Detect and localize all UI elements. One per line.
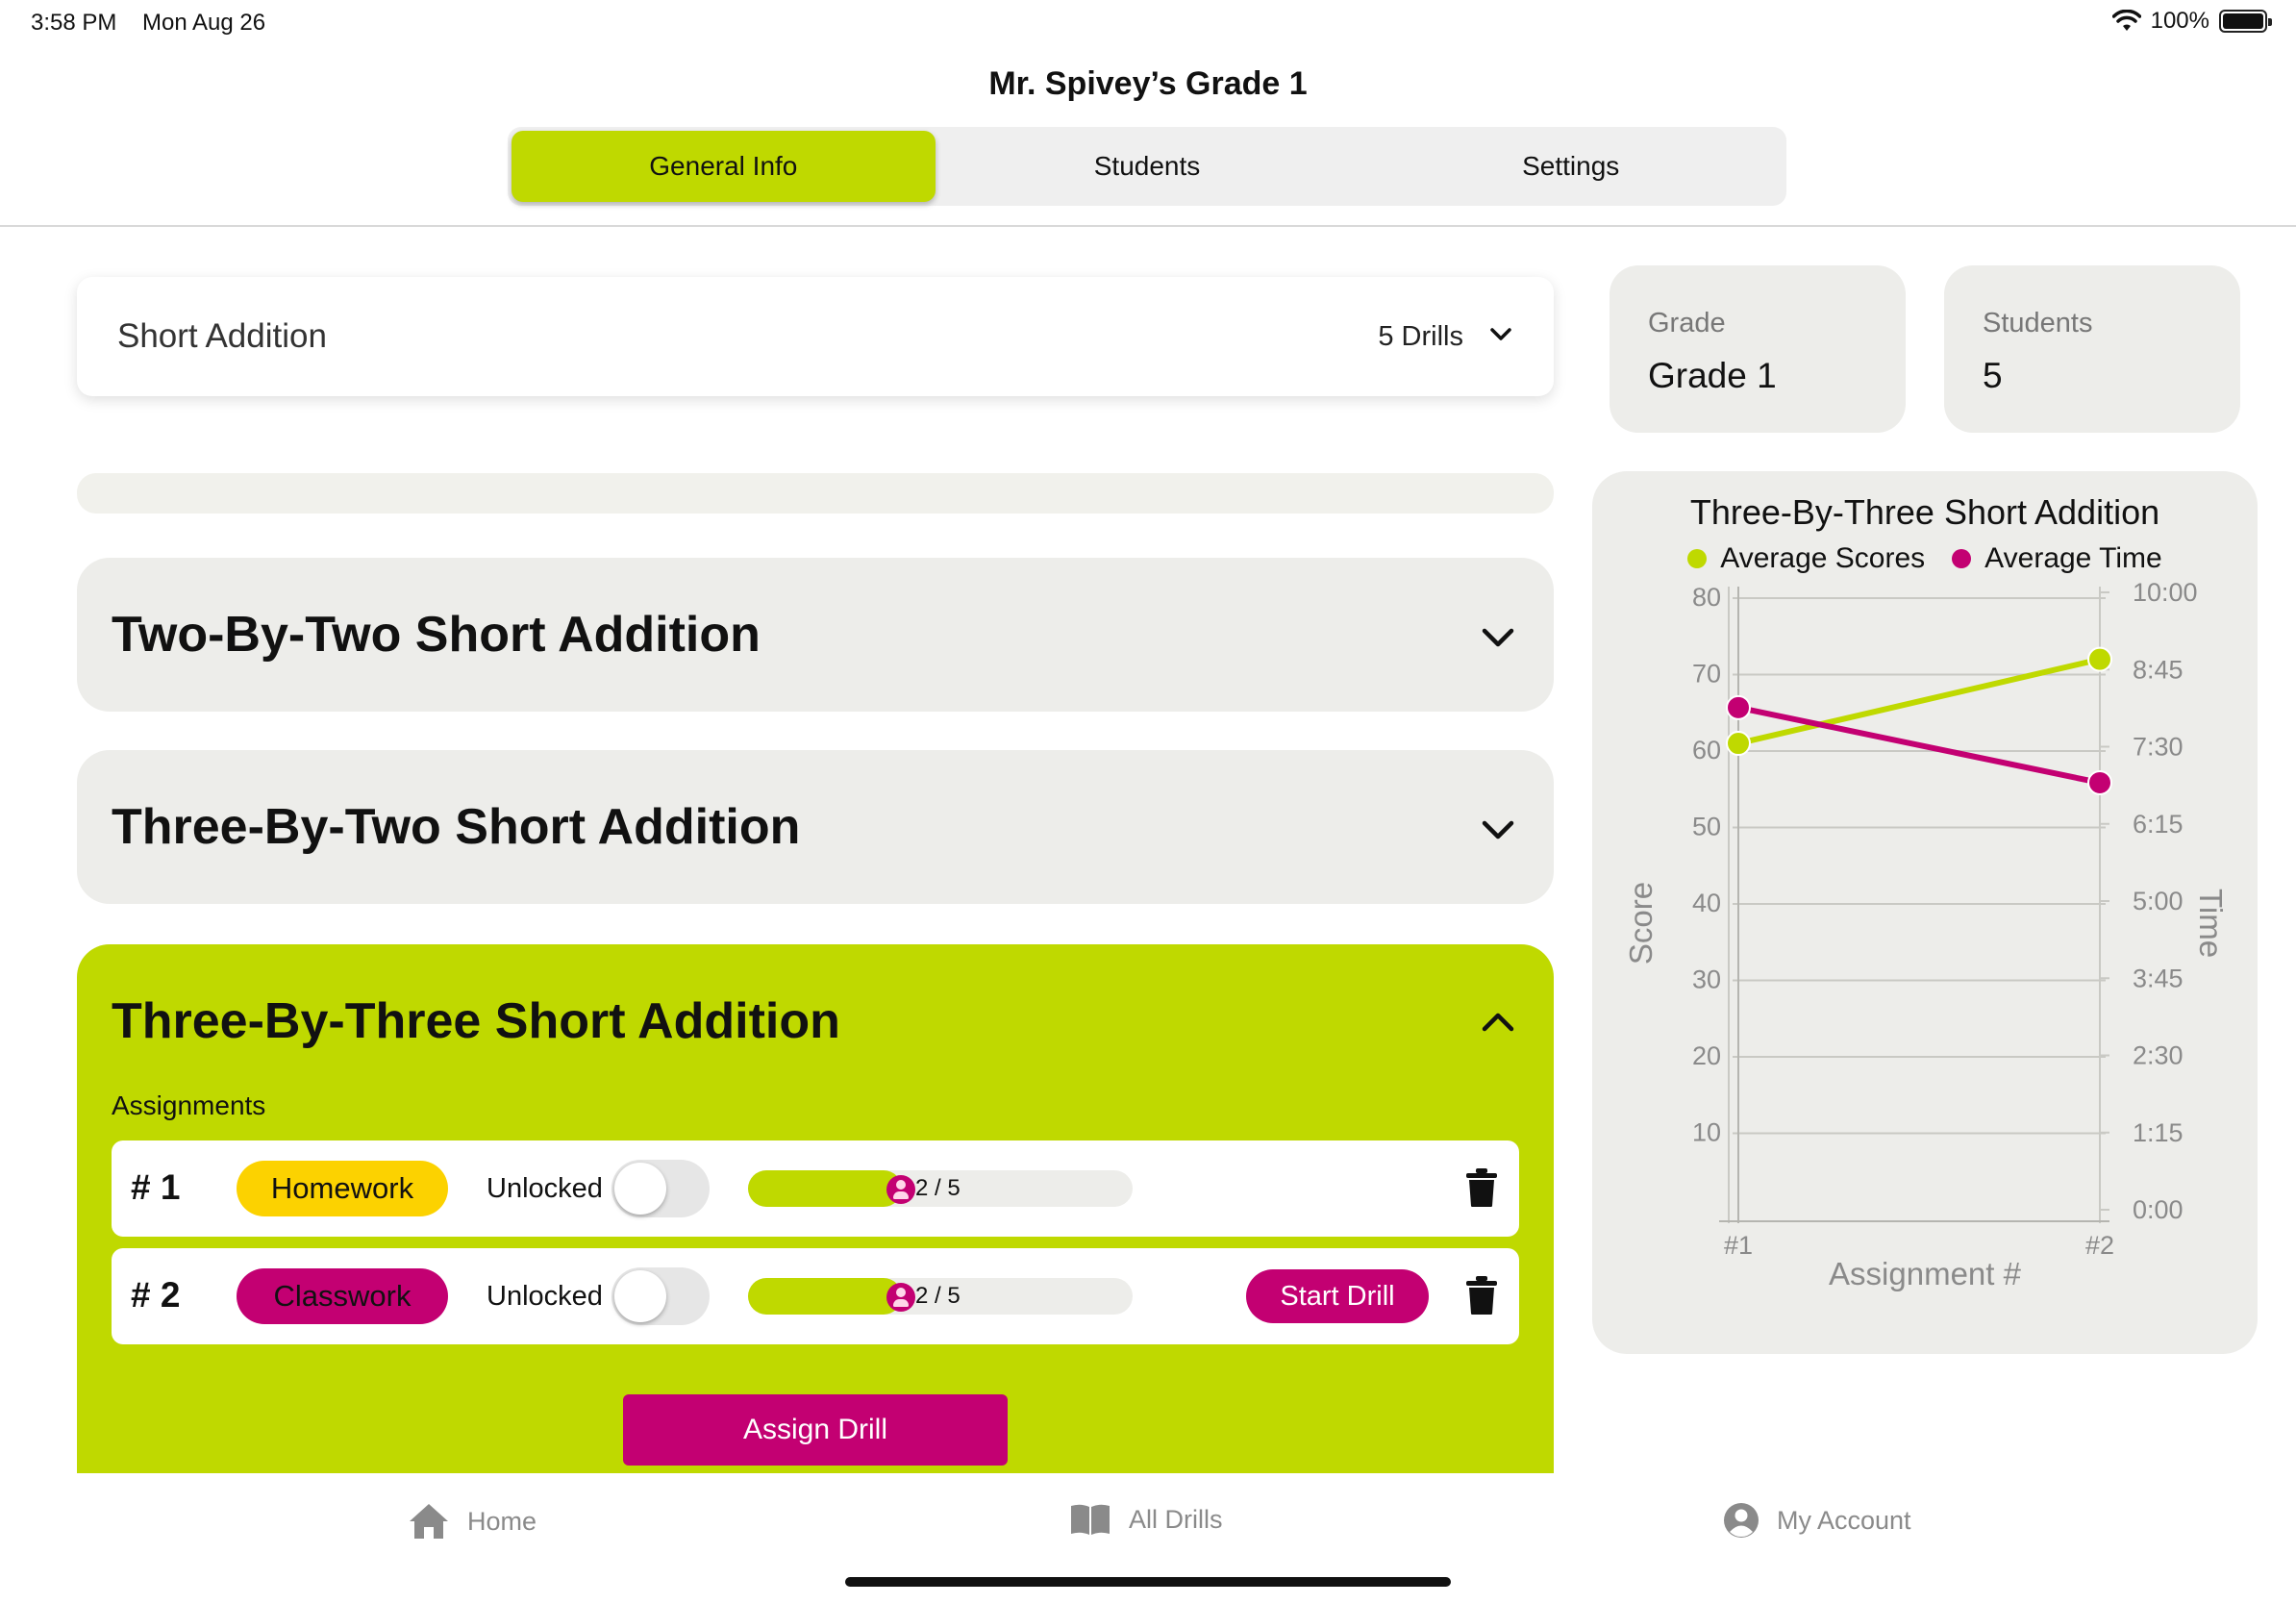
tab-settings[interactable]: Settings	[1359, 131, 1783, 202]
stat-label: Grade	[1648, 308, 1726, 338]
assignments-label: Assignments	[112, 1090, 266, 1120]
wifi-icon	[2111, 10, 2141, 31]
student-icon	[886, 1175, 915, 1204]
status-time: 3:58 PM	[31, 10, 117, 36]
y2-tick-label: 0:00	[2133, 1195, 2184, 1224]
tab-bar: Home All Drills My Account	[0, 1473, 2296, 1604]
unlocked-toggle[interactable]	[611, 1267, 710, 1325]
unlocked-label: Unlocked	[487, 1173, 603, 1204]
assignment-number: # 2	[131, 1275, 181, 1315]
book-icon	[1071, 1504, 1110, 1535]
y2-tick-label: 10:00	[2133, 578, 2198, 607]
tabbar-item-all-drills[interactable]: All Drills	[1069, 1502, 1223, 1537]
students-stat-card: Students 5	[1944, 265, 2240, 433]
trash-icon[interactable]	[1465, 1275, 1498, 1316]
scroll-divider	[77, 473, 1554, 514]
y2-tick-label: 7:30	[2133, 733, 2184, 762]
progress-text: 2 / 5	[915, 1283, 961, 1309]
chart-card: Three-By-Three Short Addition Average Sc…	[1592, 471, 2258, 1354]
assignment-row: # 1 Homework Unlocked 2 / 5	[112, 1140, 1519, 1237]
y2-tick-label: 2:30	[2133, 1041, 2184, 1070]
y2-tick-label: 6:15	[2133, 810, 2184, 839]
tab-students[interactable]: Students	[936, 131, 1360, 202]
y-axis-title: Score	[1623, 882, 1659, 965]
y2-tick-label: 8:45	[2133, 655, 2184, 684]
series-line-average-scores	[1735, 656, 2103, 747]
completion-progress-bar: 2 / 5	[748, 1278, 1133, 1315]
home-indicator	[845, 1577, 1451, 1587]
page-title: Mr. Spivey’s Grade 1	[988, 65, 1308, 102]
stat-value: Grade 1	[1648, 356, 1777, 395]
collection-title: Short Addition	[117, 317, 327, 355]
unlocked-label: Unlocked	[487, 1281, 603, 1312]
y-tick-label: 10	[1692, 1118, 1721, 1147]
battery-icon	[2219, 10, 2272, 33]
status-date: Mon Aug 26	[142, 10, 266, 36]
start-drill-button[interactable]: Start Drill	[1246, 1269, 1429, 1323]
series-line-average-time	[1735, 704, 2103, 786]
drill-title: Three-By-Two Short Addition	[112, 799, 801, 855]
data-point	[2087, 769, 2112, 795]
battery-percent: 100%	[2150, 8, 2209, 34]
status-bar: 3:58 PM Mon Aug 26 100%	[0, 0, 2296, 44]
data-point	[1726, 694, 1751, 720]
stat-value: 5	[1983, 356, 2003, 395]
header: Mr. Spivey’s Grade 1 General Info Studen…	[0, 44, 2296, 227]
assignment-row: # 2 Classwork Unlocked 2 / 5 Start Drill	[112, 1248, 1519, 1344]
unlocked-toggle[interactable]	[611, 1160, 710, 1217]
progress-fill	[748, 1170, 902, 1207]
y-tick-label: 20	[1692, 1041, 1721, 1070]
data-point	[1726, 731, 1751, 757]
status-indicators: 100%	[2111, 8, 2272, 35]
assignment-number: # 1	[131, 1167, 181, 1207]
chevron-up-icon[interactable]	[1477, 1000, 1519, 1042]
progress-text: 2 / 5	[915, 1175, 961, 1201]
x-axis-title: Assignment #	[1829, 1256, 2022, 1291]
student-icon	[886, 1283, 915, 1312]
drill-title: Two-By-Two Short Addition	[112, 607, 761, 663]
completion-progress-bar: 2 / 5	[748, 1170, 1133, 1207]
y-tick-label: 50	[1692, 813, 1721, 841]
tabbar-label: All Drills	[1129, 1504, 1223, 1534]
drill-card-two-by-two[interactable]: Two-By-Two Short Addition	[77, 558, 1554, 712]
grade-stat-card: Grade Grade 1	[1610, 265, 1906, 433]
tabbar-label: My Account	[1777, 1505, 1911, 1535]
account-icon	[1724, 1503, 1759, 1538]
y-tick-label: 80	[1692, 583, 1721, 612]
drill-card-three-by-two[interactable]: Three-By-Two Short Addition	[77, 750, 1554, 904]
trash-icon[interactable]	[1465, 1167, 1498, 1208]
y2-tick-label: 5:00	[2133, 887, 2184, 915]
line-chart: 10 20 30 40 50 60 70 80 0:00 1:15 2:30 3:45 5:00 6:15…	[1623, 578, 2229, 1291]
data-point	[2087, 646, 2112, 672]
drill-title: Three-By-Three Short Addition	[112, 993, 840, 1049]
y2-axis-title: Time	[2193, 889, 2229, 958]
y-tick-label: 70	[1692, 660, 1721, 689]
x-tick-label: #2	[2085, 1231, 2114, 1260]
progress-fill	[748, 1278, 902, 1315]
tabbar-item-my-account[interactable]: My Account	[1723, 1502, 1911, 1539]
x-tick-label: #1	[1724, 1231, 1753, 1260]
assign-drill-button[interactable]: Assign Drill	[623, 1394, 1008, 1466]
stat-label: Students	[1983, 308, 2093, 338]
collection-dropdown[interactable]: Short Addition 5 Drills	[77, 277, 1554, 396]
segmented-control: General Info Students Settings	[508, 127, 1786, 206]
chevron-down-icon[interactable]	[1477, 808, 1519, 850]
y2-tick-label: 1:15	[2133, 1118, 2184, 1147]
y-tick-label: 40	[1692, 889, 1721, 917]
chevron-down-icon[interactable]	[1477, 615, 1519, 658]
y-tick-label: 60	[1692, 736, 1721, 764]
chevron-down-icon	[1490, 328, 1511, 340]
y-tick-label: 30	[1692, 965, 1721, 994]
drill-card-three-by-three: Three-By-Three Short Addition Assignment…	[77, 944, 1554, 1473]
drill-count: 5 Drills	[1378, 321, 1463, 352]
tabbar-item-home[interactable]: Home	[408, 1502, 537, 1541]
home-icon	[410, 1504, 448, 1539]
assignment-type-badge: Classwork	[237, 1268, 448, 1324]
assignment-type-badge: Homework	[237, 1161, 448, 1216]
tab-general-info[interactable]: General Info	[512, 131, 936, 202]
y2-tick-label: 3:45	[2133, 964, 2184, 992]
tabbar-label: Home	[467, 1506, 537, 1536]
